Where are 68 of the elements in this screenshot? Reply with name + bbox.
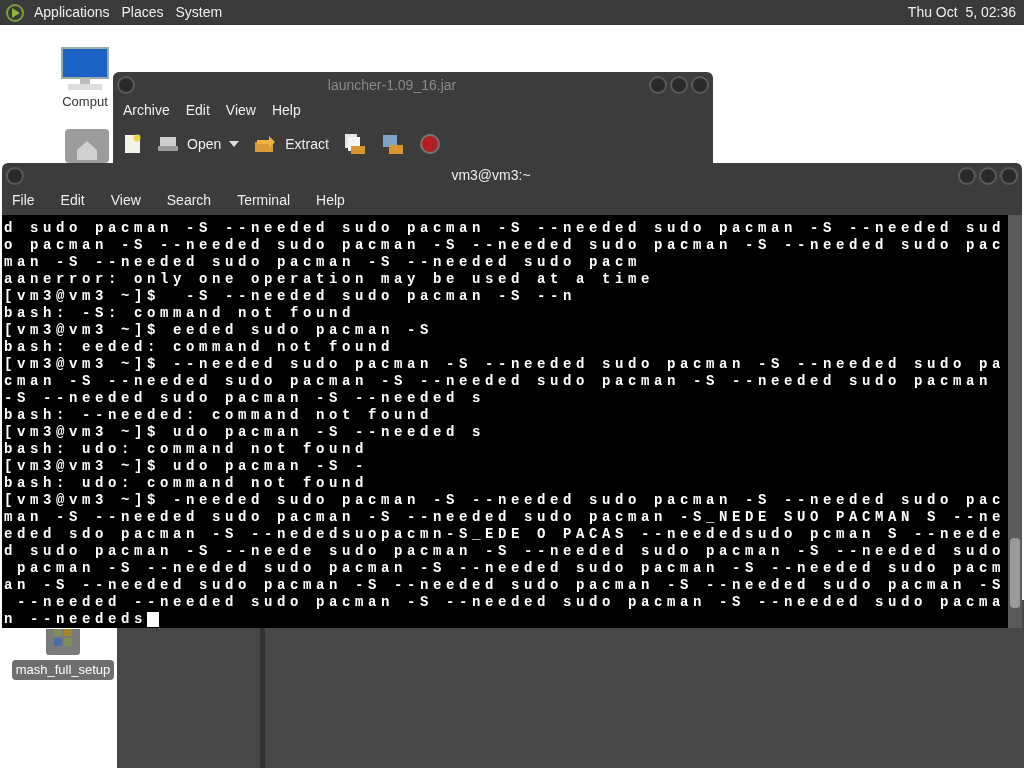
- computer-icon[interactable]: [60, 46, 110, 92]
- terminal-line: bash: -S: command not found: [4, 305, 356, 322]
- terminal-line: [vm3@vm3 ~]$ udo pacman -S -: [4, 458, 369, 475]
- drive-icon: [157, 135, 179, 153]
- terminal-line: an -S --needed sudo pacman -S --needed sudo pacman -S --needed sudo pacman -S: [4, 577, 1006, 594]
- terminal-line: aanerror: only one operation may be used at a time: [4, 271, 655, 288]
- menu-item[interactable]: File: [12, 190, 35, 211]
- terminal-line: [vm3@vm3 ~]$ udo pacman -S --needed s: [4, 424, 486, 441]
- menu-item[interactable]: Help: [316, 190, 345, 211]
- caret-icon[interactable]: [229, 141, 240, 147]
- icon-label: mash_full_setup: [11, 660, 115, 680]
- scrollbar[interactable]: [1008, 215, 1022, 628]
- terminal-line: [vm3@vm3 ~]$ --needed sudo pacman -S --needed sudo pacman -S --needed sudo pa: [4, 356, 1006, 373]
- minimize-button[interactable]: [958, 166, 976, 185]
- menu-item[interactable]: Archive: [123, 99, 170, 121]
- terminal-line: [vm3@vm3 ~]$ eeded sudo pacman -S: [4, 322, 434, 339]
- window-title: vm3@vm3:~: [450, 166, 532, 185]
- maximize-button[interactable]: [979, 166, 997, 185]
- box-arrow-icon: [253, 134, 278, 154]
- terminal-line: d sudo pacman -S --needed sudo pacman -S --needed sudo pacman -S --needed sud: [4, 220, 1006, 237]
- terminal-line: n --neededs: [4, 611, 147, 628]
- terminal-line: -S --needed sudo pacman -S --needed s: [4, 390, 486, 407]
- menu-item[interactable]: Edit: [60, 190, 85, 211]
- menu-item[interactable]: Terminal: [237, 190, 291, 211]
- menu-item[interactable]: View: [110, 190, 141, 211]
- panel-menu[interactable]: Places: [121, 2, 164, 23]
- panel-menu[interactable]: System: [175, 2, 223, 23]
- window-menu-button[interactable]: [6, 166, 24, 185]
- minimize-button[interactable]: [649, 76, 667, 94]
- stop-icon: [418, 133, 441, 155]
- terminal-line: --needed --needed sudo pacman -S --needed sudo pacman -S --needed sudo pacma: [16, 594, 1006, 611]
- close-button[interactable]: [691, 76, 709, 94]
- terminal-line: cman -S --needed sudo pacman -S --needed sudo pacman -S --needed sudo pacman: [4, 373, 993, 390]
- terminal-line: man -S --needed sudo pacman -S --needed sudo pacman -S_NEDE SUO PACMAN S --ne: [4, 509, 1006, 526]
- menu-item[interactable]: Search: [166, 190, 212, 211]
- terminal-line: [vm3@vm3 ~]$ -S --needed sudo pacman -S --n: [4, 288, 577, 305]
- icon-label: Comput: [62, 93, 108, 111]
- menu-item[interactable]: Edit: [185, 99, 210, 121]
- files-box-icon: [342, 132, 367, 156]
- terminal-line: bash: eeded: command not found: [4, 339, 395, 356]
- window-menu-button[interactable]: [117, 76, 135, 94]
- toolbar-button[interactable]: Extract: [253, 133, 329, 155]
- logo-icon[interactable]: [4, 2, 26, 23]
- toolbar-icon-button[interactable]: [342, 132, 367, 156]
- terminal-line: [vm3@vm3 ~]$ -needed sudo pacman -S --needed sudo pacman -S --needed sudo pac: [4, 492, 1006, 509]
- menu-item[interactable]: Help: [271, 99, 301, 121]
- toolbar-icon-button[interactable]: [123, 133, 143, 155]
- cursor: [147, 612, 159, 627]
- clock[interactable]: Thu Oct 5, 02:36: [907, 2, 1016, 23]
- terminal-line: o pacman -S --needed sudo pacman -S --needed sudo pacman -S --needed sudo pac: [4, 237, 1006, 254]
- toolbar-button[interactable]: Open: [157, 133, 240, 155]
- folder-box-icon: [380, 132, 405, 156]
- terminal-line: bash: --needed: command not found: [4, 407, 434, 424]
- toolbar-icon-button[interactable]: [380, 132, 405, 156]
- terminal-line: pacman -S --needed sudo pacman -S --needed sudo pacman -S --needed sudo pacm: [16, 560, 1006, 577]
- terminal-line: bash: udo: command not found: [4, 441, 369, 458]
- new-archive-icon: [123, 133, 143, 155]
- maximize-button[interactable]: [670, 76, 688, 94]
- terminal-line: man -S --needed sudo pacman -S --needed sudo pacm: [4, 254, 642, 271]
- terminal-line: d sudo pacman -S --neede sudo pacman -S --needed sudo pacman -S --needed sudo: [4, 543, 1006, 560]
- close-button[interactable]: [1000, 166, 1018, 185]
- home-folder-icon[interactable]: [64, 128, 110, 164]
- terminal-line: eded sdo pacman -S --nededsuopacmn-S_EDE O PACAS --neededsudo pcman S --neede: [4, 526, 1006, 543]
- menu-item[interactable]: View: [225, 99, 256, 121]
- installer-icon[interactable]: [45, 629, 81, 656]
- panel-menu[interactable]: Applications: [34, 2, 110, 23]
- terminal-line: bash: udo: command not found: [4, 475, 369, 492]
- window-title: launcher-1.09_16.jar: [326, 75, 458, 95]
